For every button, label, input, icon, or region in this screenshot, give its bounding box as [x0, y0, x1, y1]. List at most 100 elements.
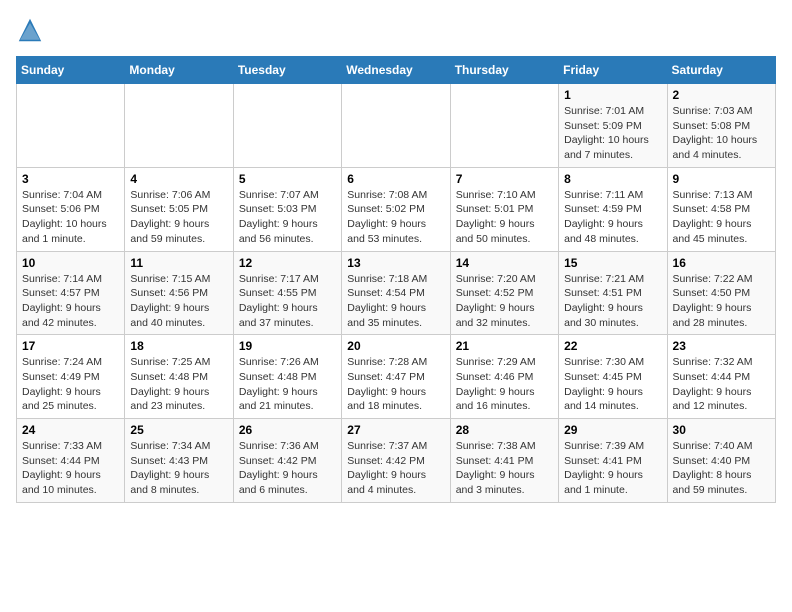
day-number: 12	[239, 256, 336, 270]
calendar-cell: 26 Sunrise: 7:36 AM Sunset: 4:42 PM Dayli…	[233, 419, 341, 503]
day-number: 21	[456, 339, 553, 353]
header-day: Tuesday	[233, 57, 341, 84]
day-info: Sunrise: 7:07 AM Sunset: 5:03 PM Dayligh…	[239, 188, 336, 247]
day-info: Sunrise: 7:01 AM Sunset: 5:09 PM Dayligh…	[564, 104, 661, 163]
calendar-cell: 13 Sunrise: 7:18 AM Sunset: 4:54 PM Dayli…	[342, 251, 450, 335]
day-info: Sunrise: 7:36 AM Sunset: 4:42 PM Dayligh…	[239, 439, 336, 498]
calendar-table: SundayMondayTuesdayWednesdayThursdayFrid…	[16, 56, 776, 503]
header-day: Wednesday	[342, 57, 450, 84]
header-day: Sunday	[17, 57, 125, 84]
day-number: 4	[130, 172, 227, 186]
calendar-cell	[125, 84, 233, 168]
day-info: Sunrise: 7:04 AM Sunset: 5:06 PM Dayligh…	[22, 188, 119, 247]
day-number: 2	[673, 88, 770, 102]
day-number: 23	[673, 339, 770, 353]
calendar-cell: 23 Sunrise: 7:32 AM Sunset: 4:44 PM Dayli…	[667, 335, 775, 419]
day-info: Sunrise: 7:26 AM Sunset: 4:48 PM Dayligh…	[239, 355, 336, 414]
day-number: 11	[130, 256, 227, 270]
calendar-cell	[233, 84, 341, 168]
calendar-cell: 29 Sunrise: 7:39 AM Sunset: 4:41 PM Dayli…	[559, 419, 667, 503]
day-number: 8	[564, 172, 661, 186]
logo	[16, 16, 48, 44]
calendar-cell: 22Sunrise: 7:30 AM Sunset: 4:45 PM Dayli…	[559, 335, 667, 419]
day-number: 7	[456, 172, 553, 186]
day-info: Sunrise: 7:11 AM Sunset: 4:59 PM Dayligh…	[564, 188, 661, 247]
day-info: Sunrise: 7:22 AM Sunset: 4:50 PM Dayligh…	[673, 272, 770, 331]
calendar-cell: 18 Sunrise: 7:25 AM Sunset: 4:48 PM Dayli…	[125, 335, 233, 419]
calendar-cell: 4 Sunrise: 7:06 AM Sunset: 5:05 PM Daylig…	[125, 167, 233, 251]
day-info: Sunrise: 7:39 AM Sunset: 4:41 PM Dayligh…	[564, 439, 661, 498]
header-day: Saturday	[667, 57, 775, 84]
calendar-cell	[342, 84, 450, 168]
calendar-cell: 14Sunrise: 7:20 AM Sunset: 4:52 PM Dayli…	[450, 251, 558, 335]
header-row: SundayMondayTuesdayWednesdayThursdayFrid…	[17, 57, 776, 84]
day-number: 16	[673, 256, 770, 270]
day-info: Sunrise: 7:29 AM Sunset: 4:46 PM Dayligh…	[456, 355, 553, 414]
day-info: Sunrise: 7:21 AM Sunset: 4:51 PM Dayligh…	[564, 272, 661, 331]
calendar-cell: 11 Sunrise: 7:15 AM Sunset: 4:56 PM Dayli…	[125, 251, 233, 335]
calendar-cell: 9Sunrise: 7:13 AM Sunset: 4:58 PM Daylig…	[667, 167, 775, 251]
day-info: Sunrise: 7:06 AM Sunset: 5:05 PM Dayligh…	[130, 188, 227, 247]
day-number: 28	[456, 423, 553, 437]
day-info: Sunrise: 7:32 AM Sunset: 4:44 PM Dayligh…	[673, 355, 770, 414]
calendar-cell: 20 Sunrise: 7:28 AM Sunset: 4:47 PM Dayli…	[342, 335, 450, 419]
day-info: Sunrise: 7:40 AM Sunset: 4:40 PM Dayligh…	[673, 439, 770, 498]
day-number: 15	[564, 256, 661, 270]
day-number: 13	[347, 256, 444, 270]
calendar-week-row: 17 Sunrise: 7:24 AM Sunset: 4:49 PM Dayli…	[17, 335, 776, 419]
day-number: 29	[564, 423, 661, 437]
day-number: 20	[347, 339, 444, 353]
calendar-cell: 30 Sunrise: 7:40 AM Sunset: 4:40 PM Dayli…	[667, 419, 775, 503]
day-info: Sunrise: 7:14 AM Sunset: 4:57 PM Dayligh…	[22, 272, 119, 331]
day-number: 5	[239, 172, 336, 186]
day-number: 30	[673, 423, 770, 437]
calendar-week-row: 10Sunrise: 7:14 AM Sunset: 4:57 PM Dayli…	[17, 251, 776, 335]
header-day: Friday	[559, 57, 667, 84]
calendar-cell: 17 Sunrise: 7:24 AM Sunset: 4:49 PM Dayli…	[17, 335, 125, 419]
day-number: 24	[22, 423, 119, 437]
day-number: 25	[130, 423, 227, 437]
calendar-cell: 3 Sunrise: 7:04 AM Sunset: 5:06 PM Daylig…	[17, 167, 125, 251]
day-info: Sunrise: 7:38 AM Sunset: 4:41 PM Dayligh…	[456, 439, 553, 498]
calendar-body: 1Sunrise: 7:01 AM Sunset: 5:09 PM Daylig…	[17, 84, 776, 503]
day-number: 3	[22, 172, 119, 186]
calendar-cell: 1Sunrise: 7:01 AM Sunset: 5:09 PM Daylig…	[559, 84, 667, 168]
calendar-cell: 15 Sunrise: 7:21 AM Sunset: 4:51 PM Dayli…	[559, 251, 667, 335]
calendar-week-row: 24 Sunrise: 7:33 AM Sunset: 4:44 PM Dayli…	[17, 419, 776, 503]
day-info: Sunrise: 7:33 AM Sunset: 4:44 PM Dayligh…	[22, 439, 119, 498]
day-info: Sunrise: 7:24 AM Sunset: 4:49 PM Dayligh…	[22, 355, 119, 414]
day-number: 17	[22, 339, 119, 353]
day-number: 6	[347, 172, 444, 186]
day-info: Sunrise: 7:28 AM Sunset: 4:47 PM Dayligh…	[347, 355, 444, 414]
day-number: 26	[239, 423, 336, 437]
day-info: Sunrise: 7:37 AM Sunset: 4:42 PM Dayligh…	[347, 439, 444, 498]
day-number: 18	[130, 339, 227, 353]
header-day: Monday	[125, 57, 233, 84]
day-info: Sunrise: 7:03 AM Sunset: 5:08 PM Dayligh…	[673, 104, 770, 163]
calendar-cell: 7 Sunrise: 7:10 AM Sunset: 5:01 PM Daylig…	[450, 167, 558, 251]
calendar-cell: 5 Sunrise: 7:07 AM Sunset: 5:03 PM Daylig…	[233, 167, 341, 251]
day-info: Sunrise: 7:10 AM Sunset: 5:01 PM Dayligh…	[456, 188, 553, 247]
calendar-cell: 19 Sunrise: 7:26 AM Sunset: 4:48 PM Dayli…	[233, 335, 341, 419]
day-info: Sunrise: 7:30 AM Sunset: 4:45 PM Dayligh…	[564, 355, 661, 414]
day-number: 27	[347, 423, 444, 437]
calendar-cell: 24 Sunrise: 7:33 AM Sunset: 4:44 PM Dayli…	[17, 419, 125, 503]
calendar-cell: 10Sunrise: 7:14 AM Sunset: 4:57 PM Dayli…	[17, 251, 125, 335]
calendar-cell: 21 Sunrise: 7:29 AM Sunset: 4:46 PM Dayli…	[450, 335, 558, 419]
day-info: Sunrise: 7:13 AM Sunset: 4:58 PM Dayligh…	[673, 188, 770, 247]
calendar-cell	[450, 84, 558, 168]
calendar-cell: 8 Sunrise: 7:11 AM Sunset: 4:59 PM Daylig…	[559, 167, 667, 251]
day-info: Sunrise: 7:34 AM Sunset: 4:43 PM Dayligh…	[130, 439, 227, 498]
day-info: Sunrise: 7:17 AM Sunset: 4:55 PM Dayligh…	[239, 272, 336, 331]
day-info: Sunrise: 7:25 AM Sunset: 4:48 PM Dayligh…	[130, 355, 227, 414]
calendar-cell: 16 Sunrise: 7:22 AM Sunset: 4:50 PM Dayli…	[667, 251, 775, 335]
day-info: Sunrise: 7:08 AM Sunset: 5:02 PM Dayligh…	[347, 188, 444, 247]
calendar-header: SundayMondayTuesdayWednesdayThursdayFrid…	[17, 57, 776, 84]
day-info: Sunrise: 7:15 AM Sunset: 4:56 PM Dayligh…	[130, 272, 227, 331]
logo-icon	[16, 16, 44, 44]
day-info: Sunrise: 7:18 AM Sunset: 4:54 PM Dayligh…	[347, 272, 444, 331]
day-number: 14	[456, 256, 553, 270]
calendar-cell: 12 Sunrise: 7:17 AM Sunset: 4:55 PM Dayli…	[233, 251, 341, 335]
calendar-cell	[17, 84, 125, 168]
day-number: 19	[239, 339, 336, 353]
